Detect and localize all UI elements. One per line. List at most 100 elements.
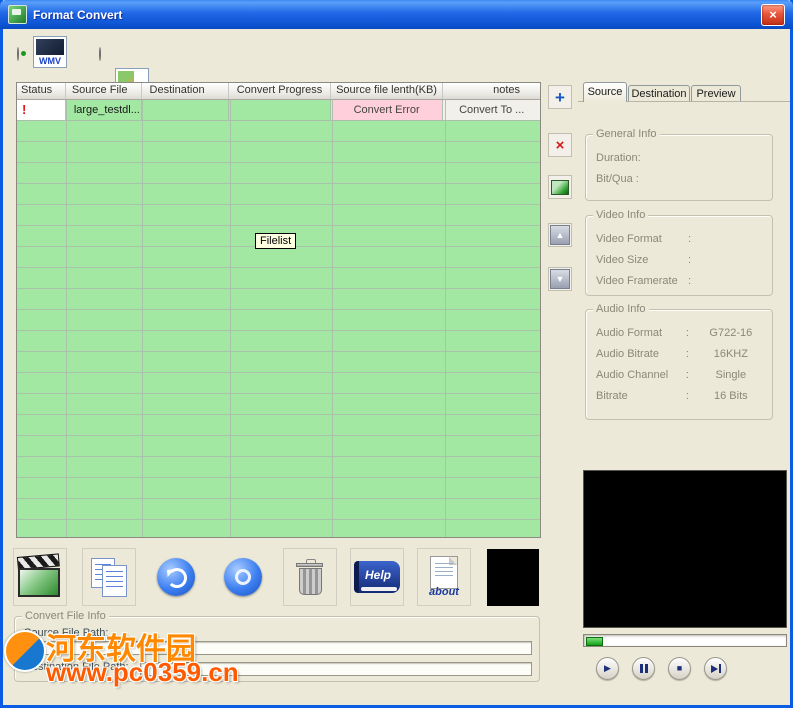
grid-line (445, 99, 446, 537)
status-cell: ! (17, 100, 66, 121)
pause-icon (639, 664, 648, 673)
grid-line (332, 99, 333, 537)
empty-rows-grid (17, 120, 540, 537)
stop-button[interactable]: ■ (668, 657, 691, 680)
app-icon (8, 5, 27, 24)
column-header-convert-progress[interactable]: Convert Progress (229, 83, 331, 99)
video-info-title: Video Info (593, 209, 649, 221)
convert-file-info-title: Convert File Info (22, 610, 109, 622)
error-icon: ! (22, 102, 27, 117)
delete-all-button[interactable] (283, 548, 337, 606)
wmv-thumbnail (36, 39, 64, 55)
video-preview (583, 470, 787, 628)
audio-info-title: Audio Info (593, 303, 649, 315)
video-info-group: Video Info Video Format : Video Size : V… (585, 209, 773, 296)
avi-radio[interactable] (99, 47, 101, 61)
skip-icon (710, 664, 721, 673)
audio-format-value: G722-16 (709, 326, 753, 339)
move-down-button[interactable]: ▼ (548, 267, 572, 291)
file-list-icon (89, 557, 129, 597)
stop-icon: ■ (676, 663, 683, 673)
audio-bitrate-value: 16KHZ (713, 347, 748, 360)
column-header-source-length[interactable]: Source file lenth(KB) (331, 83, 444, 99)
grid-line (66, 99, 67, 537)
convert-progress-cell (229, 100, 331, 121)
move-up-button[interactable]: ▲ (548, 223, 572, 247)
length-cell: Convert Error (330, 100, 444, 121)
record-button[interactable] (216, 548, 270, 606)
clapperboard-icon (16, 553, 62, 597)
destination-file-path-label: Destination File Path: (24, 661, 129, 673)
help-label: Help (364, 568, 391, 582)
source-file-path-label: Source File Path: (24, 627, 109, 639)
convert-button[interactable] (13, 548, 67, 606)
filelist-tooltip: Filelist (255, 233, 297, 249)
duration-label: Duration: (596, 151, 641, 164)
video-framerate-label: Video Framerate (596, 274, 678, 287)
grid-line (142, 99, 143, 537)
tab-destination[interactable]: Destination (628, 85, 690, 102)
next-button[interactable] (704, 657, 727, 680)
bitqua-label: Bit/Qua : (596, 172, 639, 185)
arrow-up-icon: ▲ (550, 225, 570, 245)
wmv-label: WMV (39, 56, 61, 66)
refresh-button[interactable] (149, 548, 203, 606)
audio-bitrate-label: Audio Bitrate (596, 347, 659, 360)
close-icon: × (769, 7, 777, 22)
add-file-button[interactable]: + (548, 85, 572, 109)
filelist-table: Status Source File Destination Convert P… (16, 82, 541, 538)
colon: : (688, 274, 692, 287)
delete-icon: × (555, 136, 565, 154)
audio-info-group: Audio Info Audio Format : G722-16 Audio … (585, 303, 773, 420)
play-button[interactable]: ▶ (596, 657, 619, 680)
filelist-header: Status Source File Destination Convert P… (17, 83, 540, 100)
general-info-group: General Info Duration: Bit/Qua : (585, 128, 773, 201)
help-book-icon: Help (354, 561, 400, 593)
video-size-label: Video Size (596, 253, 649, 266)
bitrate-value: 16 Bits (714, 389, 748, 402)
progress-chunk (586, 637, 603, 646)
image-icon (551, 179, 569, 195)
logo-placeholder (487, 549, 539, 606)
audio-format-label: Audio Format (596, 326, 663, 339)
colon: : (688, 253, 692, 266)
filelist-button[interactable] (82, 548, 136, 606)
tab-preview[interactable]: Preview (691, 85, 741, 102)
refresh-icon (157, 558, 195, 596)
record-icon (224, 558, 262, 596)
play-icon: ▶ (604, 663, 611, 673)
pause-button[interactable] (632, 657, 655, 680)
wmv-radio[interactable] (17, 47, 19, 61)
wmv-format-icon: WMV (33, 36, 67, 68)
colon: : (688, 232, 692, 245)
arrow-down-icon: ▼ (550, 269, 570, 289)
format-option-wmv[interactable] (17, 47, 19, 61)
preview-file-button[interactable] (548, 175, 572, 199)
source-file-cell: large_testdl... (65, 100, 142, 121)
general-info-title: General Info (593, 128, 660, 140)
notes-cell: Convert To ... (443, 100, 541, 121)
colon: : (685, 326, 689, 339)
about-button[interactable]: about (417, 548, 471, 606)
destination-file-path-field[interactable] (140, 662, 532, 676)
help-button[interactable]: Help (350, 548, 404, 606)
video-format-label: Video Format (596, 232, 662, 245)
about-document-icon: about (426, 556, 462, 598)
titlebar[interactable]: Format Convert × (0, 0, 793, 29)
delete-file-button[interactable]: × (548, 133, 572, 157)
column-header-status[interactable]: Status (17, 83, 66, 99)
close-button[interactable]: × (761, 3, 785, 26)
bitrate-label: Bitrate (596, 389, 628, 402)
column-header-destination[interactable]: Destination (142, 83, 230, 99)
audio-channel-label: Audio Channel (596, 368, 669, 381)
column-header-notes[interactable]: notes (443, 83, 540, 99)
window-title: Format Convert (33, 7, 123, 22)
about-label: about (429, 586, 459, 598)
column-header-source-file[interactable]: Source File (66, 83, 142, 99)
table-row[interactable]: ! large_testdl... Convert Error Convert … (17, 100, 541, 121)
format-option-avi[interactable] (99, 47, 101, 61)
source-file-path-field[interactable] (22, 641, 532, 655)
tab-source[interactable]: Source (583, 82, 627, 102)
grid-line (230, 99, 231, 537)
colon: : (685, 347, 689, 360)
